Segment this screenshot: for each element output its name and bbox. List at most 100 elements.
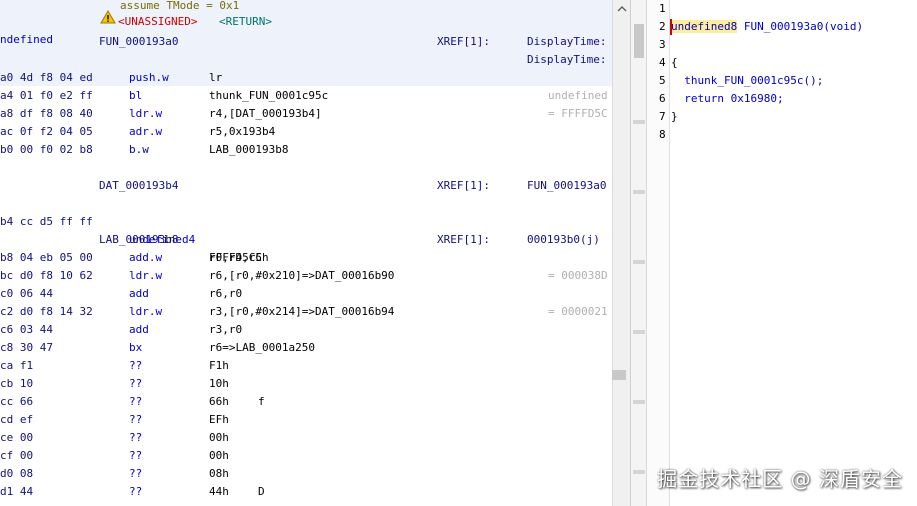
address-bytes: c0 06 44: [0, 287, 53, 300]
xref-target[interactable]: DisplayTime:: [527, 33, 606, 51]
overview-marker: [633, 120, 645, 124]
mnemonic: ??: [129, 485, 143, 498]
operand: r6=>LAB_0001a250: [209, 341, 315, 354]
overview-marker: [633, 190, 645, 194]
operand: 44h: [209, 485, 229, 498]
mnemonic: adr.w: [129, 125, 163, 138]
watermark-text: 掘金技术社区 @ 深盾安全: [657, 467, 903, 491]
comment: = FFFFD5C: [548, 107, 608, 120]
code-text: thunk_FUN_0001c95c();: [671, 74, 824, 87]
code-line[interactable]: }: [671, 108, 678, 126]
overview-marker: [633, 470, 645, 474]
mnemonic: ??: [129, 377, 143, 390]
address-bytes: ac 0f f2 04 05: [0, 125, 93, 138]
xref-label: XREF[1]:: [437, 179, 490, 192]
mnemonic: add.w: [129, 251, 163, 264]
overview-marker: [633, 260, 645, 264]
code-line[interactable]: return 0x16980;: [671, 90, 784, 108]
mnemonic: bx: [129, 341, 143, 354]
scroll-position-marker[interactable]: [612, 370, 626, 380]
line-number: 7: [659, 110, 666, 123]
code-line[interactable]: undefined8 FUN_000193a0(void): [671, 18, 863, 36]
operand: F1h: [209, 359, 229, 372]
warning-icon[interactable]: [100, 10, 116, 24]
mnemonic: add: [129, 287, 149, 300]
operand: lr: [209, 71, 223, 84]
address-bytes: a0 4d f8 04 ed: [0, 71, 93, 84]
code-text: }: [671, 110, 678, 123]
operand: r4,[DAT_000193b4]: [209, 107, 322, 120]
comment: = 000038D: [548, 269, 608, 282]
line-number: 6: [659, 92, 666, 105]
ascii-char: f: [258, 395, 265, 408]
mnemonic: ??: [129, 395, 143, 408]
operand: r6,r0: [209, 287, 243, 300]
mnemonic: ??: [129, 359, 143, 372]
line-number: 1: [659, 2, 666, 15]
line-number: 3: [659, 38, 666, 51]
address-bytes: ca f1: [0, 359, 34, 372]
operand: 00h: [209, 449, 229, 462]
address-bytes: c2 d0 f8 14 32: [0, 305, 93, 318]
comment: undefined: [548, 89, 608, 102]
address-bytes: b4 cc d5 ff ff: [0, 215, 93, 228]
listing-scrollbar[interactable]: [612, 0, 631, 506]
xref-target[interactable]: 000193b0(j): [527, 231, 600, 249]
xref-target[interactable]: FUN_000193a0: [527, 177, 606, 195]
ascii-char: D: [258, 485, 265, 498]
operand: 10h: [209, 377, 229, 390]
operand: r3,[r0,#0x214]=>DAT_00016b94: [209, 305, 395, 318]
operand: 00h: [209, 431, 229, 444]
mnemonic: push.w: [129, 71, 169, 84]
code-line[interactable]: {: [671, 54, 678, 72]
xref-label: XREF[1]:: [437, 35, 490, 48]
mnemonic: ??: [129, 467, 143, 480]
function-signature: FUN_000193a0(void): [737, 20, 864, 33]
header-row: ndefined: [0, 13, 53, 46]
operand: 08h: [209, 467, 229, 480]
operand: thunk_FUN_0001c95c: [209, 89, 329, 102]
address-bytes: cd ef: [0, 413, 34, 426]
address-bytes: c8 30 47: [0, 341, 53, 354]
data-row[interactable]: b4 cc d5 ff ff undefined4 FFFFD5CCh: [0, 195, 269, 264]
code-text: return 0x16980;: [671, 92, 784, 105]
operand: r5,0x193b4: [209, 125, 276, 138]
xref-target[interactable]: DisplayTime:: [527, 51, 606, 69]
listing-view[interactable]: ndefined assume TMode = 0x1 <UNASSIGNED>…: [0, 0, 612, 506]
overview-marker: [633, 400, 645, 404]
mnemonic: bl: [129, 89, 143, 102]
address-bytes: d1 44: [0, 485, 34, 498]
lab-label[interactable]: LAB_000193b8: [99, 231, 178, 249]
scroll-thumb[interactable]: [634, 24, 644, 58]
address-bytes: b0 00 f0 02 b8: [0, 143, 93, 156]
panel-splitter[interactable]: [630, 0, 647, 506]
address-bytes: ce 00: [0, 431, 34, 444]
mnemonic: ldr.w: [129, 107, 163, 120]
unassigned-tag: <UNASSIGNED>: [118, 15, 198, 28]
decompiler-view[interactable]: 1 2 undefined8 FUN_000193a0(void) 3 4 {5 thun…: [646, 0, 917, 506]
address-bytes: a4 01 f0 e2 ff: [0, 89, 93, 102]
mnemonic: ??: [129, 449, 143, 462]
return-tag: <RETURN>: [219, 15, 272, 28]
address-bytes: cb 10: [0, 377, 34, 390]
scroll-up-icon[interactable]: [617, 4, 627, 14]
operand: r3,r0: [209, 323, 243, 336]
line-number: 5: [659, 74, 666, 87]
line-number: 4: [659, 56, 666, 69]
function-label[interactable]: FUN_000193a0: [99, 33, 178, 51]
code-text: {: [671, 56, 678, 69]
address-bytes: bc d0 f8 10 62: [0, 269, 93, 282]
address-bytes: a8 df f8 08 40: [0, 107, 93, 120]
code-line[interactable]: thunk_FUN_0001c95c();: [671, 72, 823, 90]
mnemonic: add: [129, 323, 149, 336]
undefined-label: ndefined: [0, 33, 53, 46]
operand: LAB_000193b8: [209, 143, 289, 156]
return-type-token[interactable]: undefined8: [671, 20, 738, 33]
mnemonic: ldr.w: [129, 305, 163, 318]
overview-marker: [633, 330, 645, 334]
line-number: 8: [659, 128, 666, 141]
data-label[interactable]: DAT_000193b4: [99, 177, 178, 195]
mnemonic: ldr.w: [129, 269, 163, 282]
address-bytes: cf 00: [0, 449, 34, 462]
address-bytes: d0 08: [0, 467, 34, 480]
